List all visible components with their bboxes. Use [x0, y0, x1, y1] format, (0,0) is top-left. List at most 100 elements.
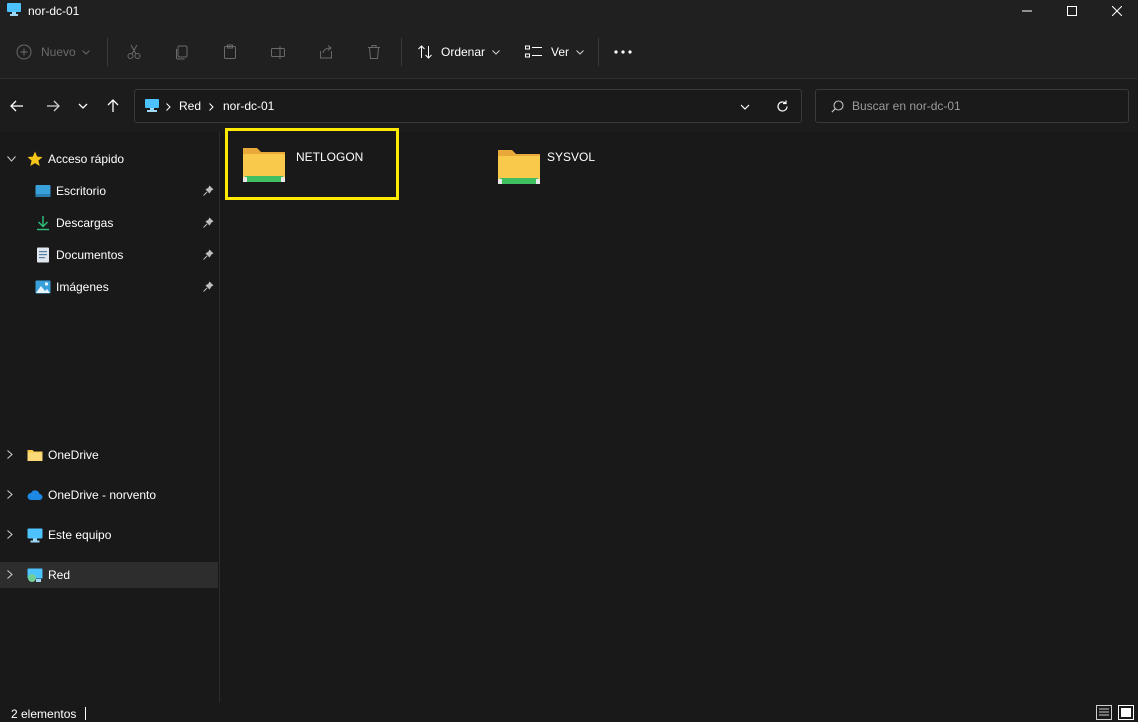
sidebar-item-label: Escritorio [56, 184, 107, 198]
share-icon [320, 45, 332, 59]
sidebar-item-label: Red [48, 568, 71, 582]
network-computer-icon [145, 99, 159, 112]
trash-icon [368, 45, 380, 59]
rename-button[interactable] [270, 38, 286, 66]
address-bar[interactable]: Red nor-dc-01 [134, 89, 802, 123]
sidebar-item-onedrive[interactable]: OneDrive [0, 442, 218, 468]
divider [107, 38, 108, 66]
chevron-down-icon[interactable] [7, 156, 16, 162]
share-button[interactable] [318, 38, 334, 66]
breadcrumb-network[interactable]: Red [179, 99, 201, 113]
copy-icon [176, 45, 188, 60]
more-options-button[interactable] [614, 38, 632, 66]
sidebar-item-este-equipo[interactable]: Este equipo [0, 522, 218, 548]
folder-item-sysvol[interactable]: SYSVOL [481, 132, 653, 202]
chevron-right-icon [166, 103, 171, 111]
cut-button[interactable] [126, 38, 142, 66]
up-button[interactable] [102, 96, 124, 116]
sidebar-item-quick-access[interactable]: Acceso rápido [0, 146, 218, 172]
cloud-icon [27, 490, 43, 500]
sidebar-item-imagenes[interactable]: Imágenes [0, 274, 218, 300]
sidebar-item-onedrive-norvento[interactable]: OneDrive - norvento [0, 482, 218, 508]
chevron-right-icon[interactable] [7, 490, 13, 499]
divider [598, 38, 599, 66]
network-icon [27, 568, 43, 582]
sidebar-item-escritorio[interactable]: Escritorio [0, 178, 218, 204]
download-icon [37, 216, 49, 231]
scissors-icon [127, 44, 141, 59]
window-title: nor-dc-01 [28, 4, 80, 18]
sidebar-item-descargas[interactable]: Descargas [0, 210, 218, 236]
sort-label: Ordenar [441, 45, 486, 59]
folder-name: SYSVOL [547, 150, 596, 164]
folder-name: NETLOGON [296, 150, 364, 164]
view-button[interactable]: Ver [525, 38, 584, 66]
details-view-icon[interactable] [1096, 705, 1112, 720]
arrow-left-icon [10, 100, 23, 112]
refresh-icon[interactable] [776, 100, 789, 113]
navigation-bar: Red nor-dc-01 [0, 79, 1138, 132]
sidebar-item-label: Documentos [56, 248, 124, 262]
pin-icon[interactable] [203, 185, 214, 196]
sidebar-item-label: Descargas [56, 216, 114, 230]
chevron-right-icon [209, 103, 214, 111]
command-bar: Nuevo Ordenar Ver [0, 22, 1138, 79]
sidebar-item-documentos[interactable]: Documentos [0, 242, 218, 268]
chevron-down-icon [78, 103, 88, 109]
large-icons-view-icon[interactable] [1118, 705, 1134, 720]
delete-button[interactable] [366, 38, 382, 66]
status-bar: 2 elementos [0, 702, 1138, 722]
arrow-right-icon [47, 100, 60, 112]
forward-button[interactable] [42, 96, 64, 116]
divider [401, 38, 402, 66]
chevron-down-icon [576, 49, 584, 55]
chevron-right-icon[interactable] [7, 570, 13, 579]
back-button[interactable] [6, 96, 28, 116]
chevron-down-icon [492, 49, 500, 55]
paste-button[interactable] [222, 38, 238, 66]
pictures-icon [35, 280, 51, 294]
sidebar-item-label: Imágenes [56, 280, 109, 294]
star-icon [27, 151, 43, 166]
close-icon [1112, 6, 1122, 16]
chevron-down-icon[interactable] [740, 104, 750, 110]
search-box[interactable] [815, 89, 1129, 123]
maximize-button[interactable] [1049, 0, 1095, 22]
documents-icon [37, 247, 49, 263]
item-count: 2 elementos [11, 707, 77, 721]
chevron-right-icon[interactable] [7, 530, 13, 539]
plus-circle-icon [16, 44, 32, 60]
view-icon [525, 45, 542, 58]
pin-icon[interactable] [203, 217, 214, 228]
copy-button[interactable] [174, 38, 190, 66]
search-icon [831, 100, 844, 113]
sort-button[interactable]: Ordenar [417, 38, 500, 66]
pin-icon[interactable] [203, 281, 214, 292]
maximize-icon [1067, 6, 1077, 16]
shared-folder-icon [498, 150, 540, 184]
new-label: Nuevo [41, 45, 76, 59]
clipboard-icon [224, 44, 236, 59]
search-input[interactable] [852, 98, 1112, 114]
breadcrumb-server[interactable]: nor-dc-01 [223, 99, 274, 113]
minimize-button[interactable] [1004, 0, 1050, 22]
sidebar-item-label: OneDrive [48, 448, 99, 462]
close-button[interactable] [1094, 0, 1138, 22]
recent-locations-button[interactable] [72, 96, 94, 116]
rename-icon [271, 46, 285, 59]
folder-item-netlogon[interactable]: NETLOGON [225, 128, 399, 200]
shared-folder-icon [243, 148, 285, 182]
computer-icon [27, 528, 43, 543]
minimize-icon [1022, 10, 1032, 12]
sidebar-item-red[interactable]: Red [0, 562, 218, 588]
navigation-pane: Acceso rápido Escritorio Descargas Docum… [0, 132, 220, 702]
arrow-up-icon [107, 99, 119, 112]
pin-icon[interactable] [203, 249, 214, 260]
divider [85, 707, 86, 720]
folder-icon [27, 450, 43, 461]
new-button[interactable]: Nuevo [16, 38, 90, 66]
file-list: NETLOGON SYSVOL [221, 128, 1138, 702]
sidebar-item-label: OneDrive - norvento [48, 488, 157, 502]
chevron-right-icon[interactable] [7, 450, 13, 459]
sidebar-item-label: Este equipo [48, 528, 112, 542]
